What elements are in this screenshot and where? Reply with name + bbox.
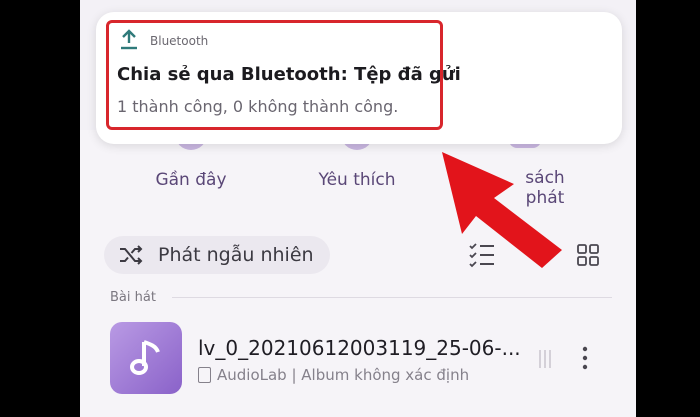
sd-card-icon: [198, 367, 211, 383]
section-header: Bài hát: [110, 290, 156, 305]
shuffle-icon: [120, 245, 143, 265]
song-meta: AudioLab | Album không xác định: [217, 366, 470, 384]
highlight-box: [106, 20, 443, 130]
music-note-icon: [130, 340, 160, 375]
category-label: Yêu thích: [318, 170, 396, 190]
more-options-icon[interactable]: [582, 346, 588, 370]
divider: [172, 297, 612, 298]
red-arrow-annotation: [442, 152, 562, 268]
shuffle-button[interactable]: Phát ngẫu nhiên: [104, 236, 330, 274]
song-subtitle: AudioLab | Album không xác định: [198, 366, 469, 384]
drag-handle-icon[interactable]: [538, 348, 552, 370]
album-art[interactable]: [110, 322, 182, 394]
song-title[interactable]: lv_0_20210612003119_25-06-...: [198, 336, 521, 360]
shuffle-label: Phát ngẫu nhiên: [158, 244, 314, 266]
category-label: Gần đây: [155, 170, 227, 190]
grid-view-icon[interactable]: [577, 244, 599, 266]
